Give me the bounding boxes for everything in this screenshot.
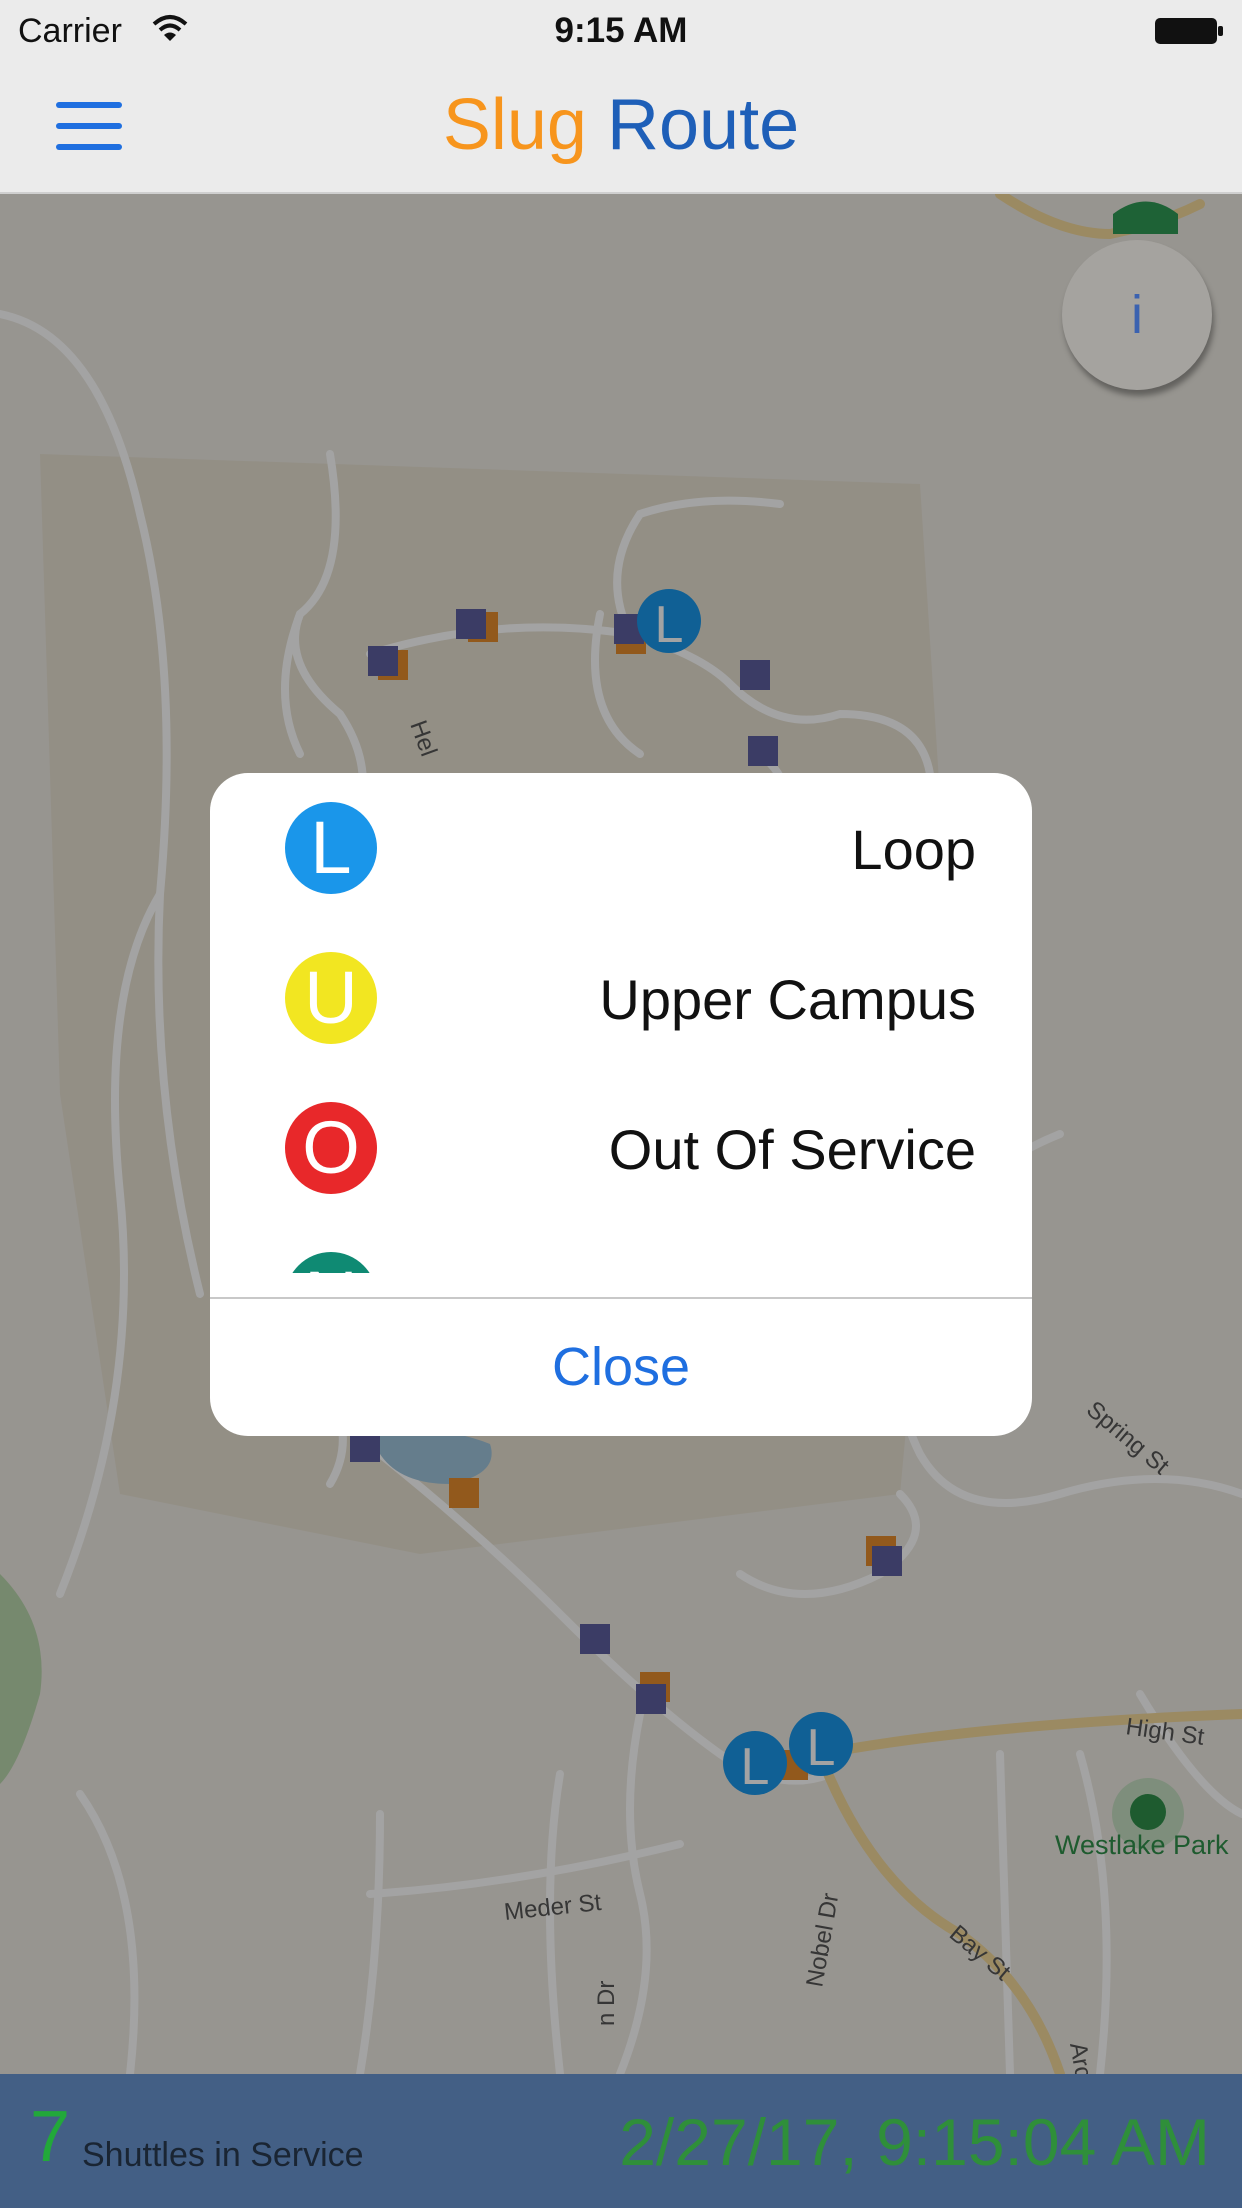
app-title: Slug Route: [0, 84, 1242, 166]
legend-item-out-of-service[interactable]: O Out Of Service: [210, 1073, 1032, 1223]
shuttle-count: 7: [30, 2097, 71, 2177]
legend-list[interactable]: L Loop U Upper Campus O Out Of Service N: [210, 773, 1032, 1273]
status-bar: Carrier 9:15 AM: [0, 0, 1242, 62]
night-route-icon: N: [285, 1252, 377, 1273]
legend-item-label: Loop: [851, 818, 976, 881]
legend-item-upper-campus[interactable]: U Upper Campus: [210, 923, 1032, 1073]
legend-item-partial[interactable]: N: [210, 1223, 1032, 1273]
close-button[interactable]: Close: [210, 1299, 1032, 1436]
info-button[interactable]: i: [1062, 240, 1212, 390]
status-time: 9:15 AM: [554, 11, 688, 50]
shuttle-count-label: Shuttles in Service: [82, 2136, 364, 2174]
route-legend-dialog: L Loop U Upper Campus O Out Of Service N…: [210, 773, 1032, 1436]
status-footer: 7 Shuttles in Service 2/27/17, 9:15:04 A…: [0, 2074, 1242, 2208]
last-updated-timestamp: 2/27/17, 9:15:04 AM: [619, 2105, 1210, 2179]
out-of-service-route-icon: O: [285, 1102, 377, 1194]
loop-route-icon: L: [285, 802, 377, 894]
app-title-slug: Slug: [442, 85, 587, 165]
app-title-route: Route: [606, 85, 800, 165]
legend-item-loop[interactable]: L Loop: [210, 773, 1032, 923]
nav-bar: Slug Route: [0, 62, 1242, 194]
legend-item-label: Upper Campus: [599, 968, 976, 1031]
legend-item-label: Out Of Service: [608, 1118, 976, 1181]
battery-icon: [1155, 18, 1223, 44]
upper-campus-route-icon: U: [285, 952, 377, 1044]
